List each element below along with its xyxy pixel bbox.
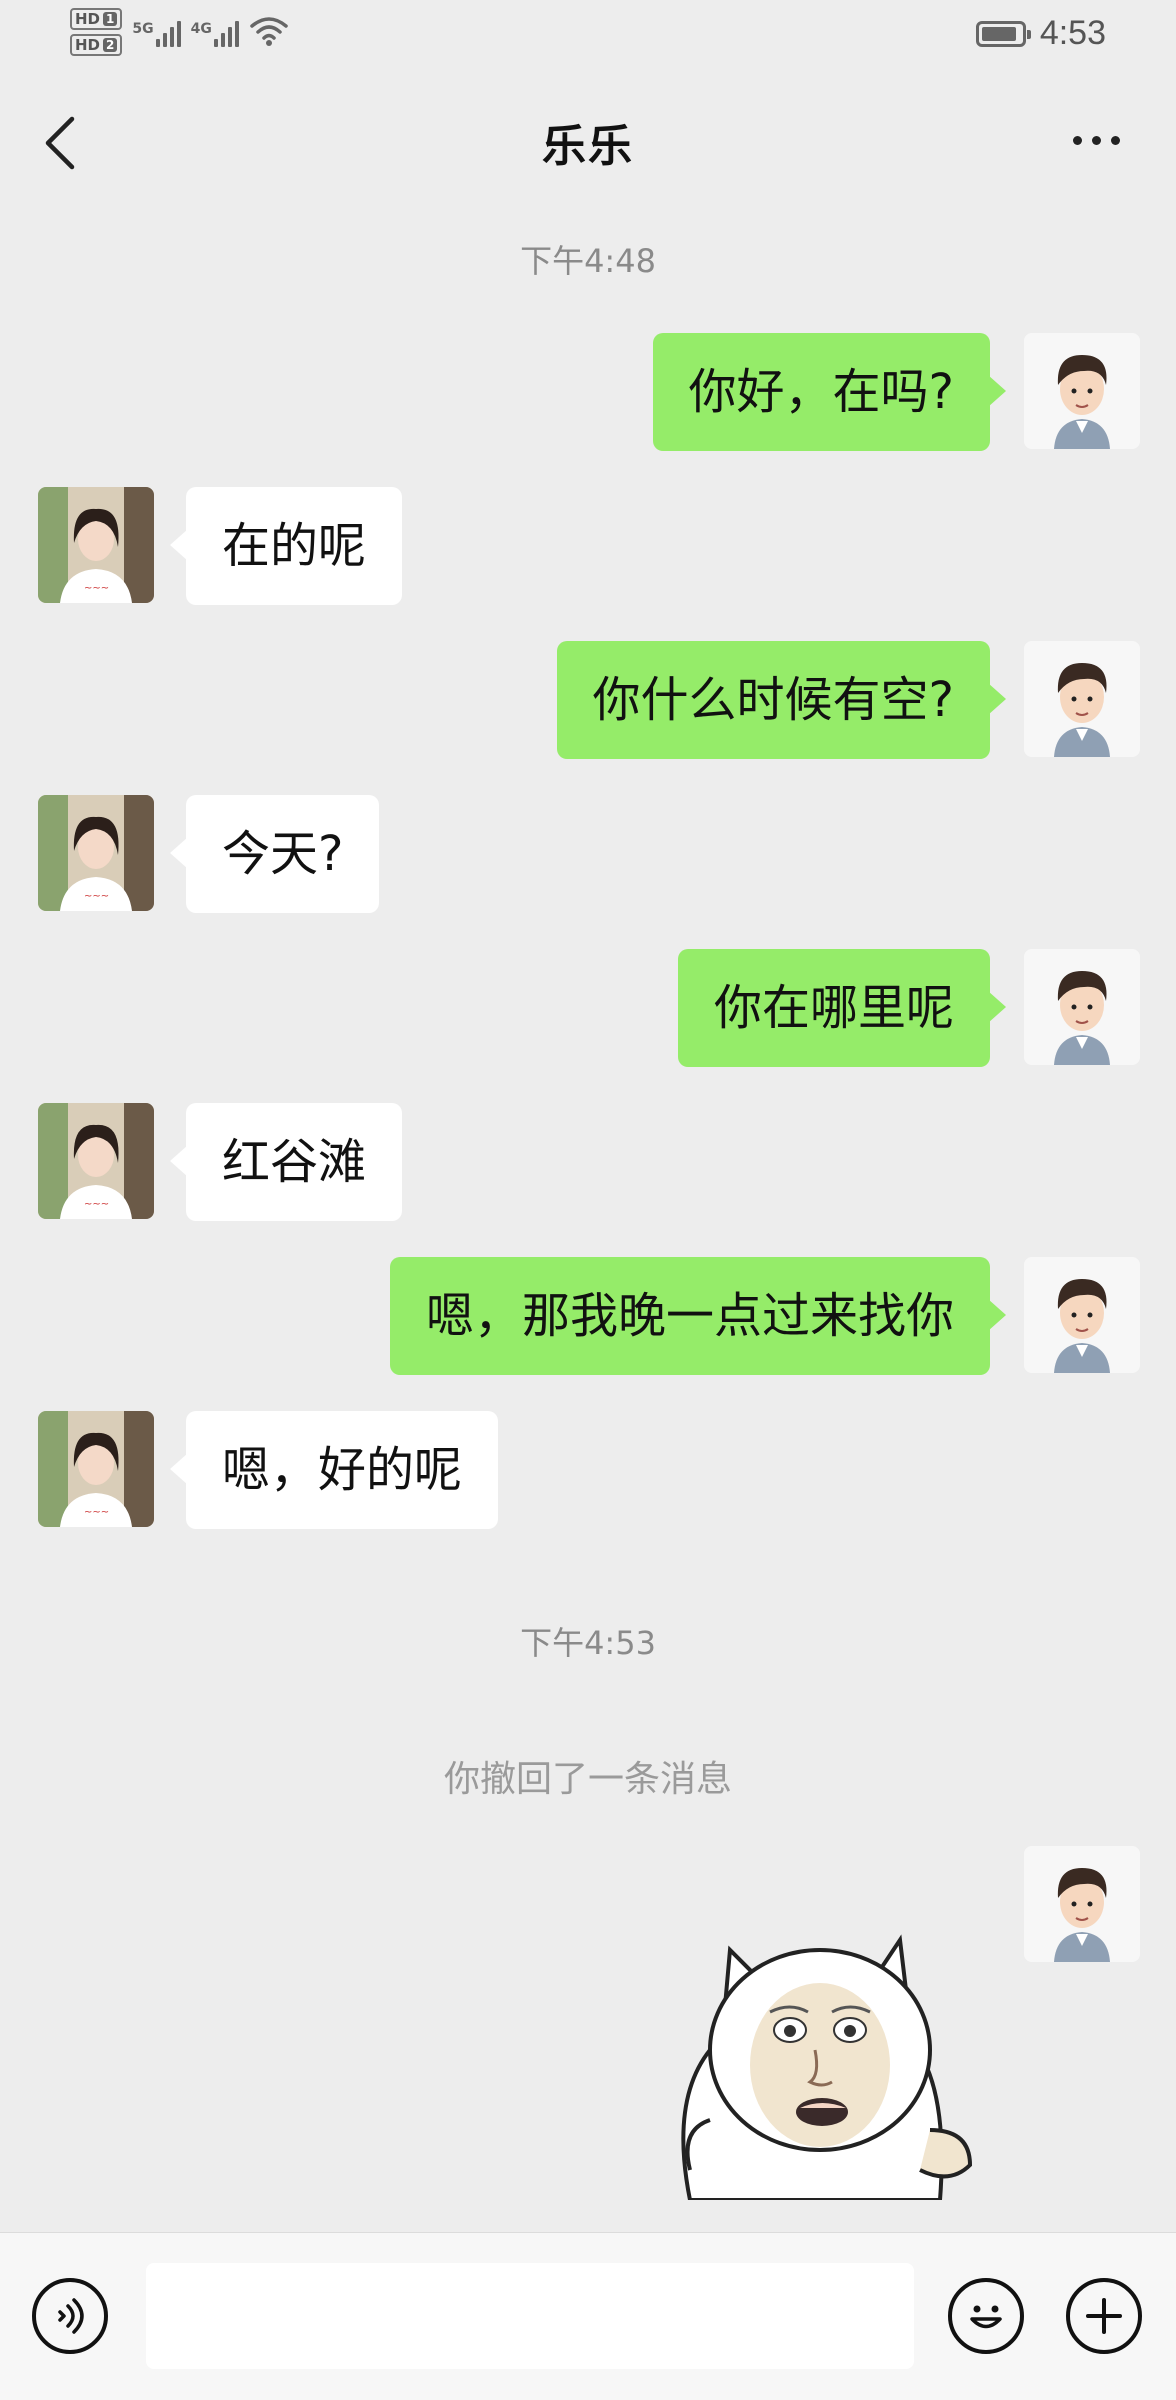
avatar-man-icon [1024, 1257, 1140, 1373]
my-avatar[interactable] [1024, 1257, 1140, 1373]
avatar-man-icon [1024, 1846, 1140, 1962]
message-bubble-received[interactable]: 今天? [169, 795, 380, 913]
sim2-badge: HD 2 [70, 34, 123, 56]
avatar-man-icon [1024, 333, 1140, 449]
voice-icon [58, 2298, 84, 2334]
my-avatar[interactable] [1024, 1846, 1140, 1962]
my-avatar[interactable] [1024, 641, 1140, 757]
status-clock: 4:53 [1039, 14, 1106, 52]
network-type-2: 4G [190, 21, 212, 37]
signal-icon [213, 17, 239, 47]
signal-5g: 5G [132, 17, 181, 47]
avatar-man-icon [1024, 641, 1140, 757]
sim1-badge: HD 1 [70, 8, 123, 30]
chat-header: 乐乐 [0, 90, 1176, 200]
signal-4g: 4G [191, 17, 239, 47]
contact-avatar[interactable]: ~~~ [38, 1411, 154, 1527]
contact-avatar[interactable]: ~~~ [38, 1103, 154, 1219]
message-bubble-sent[interactable]: 你什么时候有空? [556, 641, 1007, 759]
timestamp: 下午4:53 [520, 1624, 656, 1662]
sim2-label: HD [75, 36, 101, 54]
status-bar: HD 1 HD 2 5G 4G 4:53 [0, 0, 1176, 70]
message-bubble-sent[interactable]: 嗯，那我晚一点过来找你 [389, 1257, 1007, 1375]
chat-title: 乐乐 [542, 121, 634, 172]
message-bubble-received[interactable]: 红谷滩 [169, 1103, 403, 1221]
timestamp: 下午4:48 [520, 242, 656, 280]
status-right: 4:53 [975, 14, 1106, 53]
avatar-woman-photo: ~~~ [38, 487, 154, 603]
contact-avatar[interactable]: ~~~ [38, 487, 154, 603]
avatar-woman-photo: ~~~ [38, 1103, 154, 1219]
message-input[interactable] [146, 2263, 914, 2369]
emoji-icon [970, 2305, 1002, 2329]
emoji-button[interactable] [948, 2278, 1024, 2354]
message-bubble-sent[interactable]: 你好，在吗? [652, 333, 1007, 451]
more-options-button[interactable] [1056, 110, 1136, 170]
avatar-woman-photo: ~~~ [38, 1411, 154, 1527]
plus-button[interactable] [1066, 2278, 1142, 2354]
my-avatar[interactable] [1024, 333, 1140, 449]
recall-notice: 你撤回了一条消息 [443, 1759, 732, 1800]
svg-text:~~~: ~~~ [84, 891, 109, 902]
message-bubble-sent[interactable]: 你在哪里呢 [677, 949, 1007, 1067]
message-bubble-received[interactable]: 嗯，好的呢 [169, 1411, 499, 1529]
my-avatar[interactable] [1024, 949, 1140, 1065]
avatar-man-icon [1024, 949, 1140, 1065]
sim2-slot: 2 [103, 38, 118, 52]
voice-button[interactable] [32, 2278, 108, 2354]
svg-text:~~~: ~~~ [84, 1199, 109, 1210]
wifi-icon [250, 17, 288, 46]
svg-text:~~~: ~~~ [84, 583, 109, 594]
signal-icon [155, 17, 181, 47]
cat-face-sticker[interactable] [650, 1900, 990, 2200]
more-dot-icon [1072, 135, 1082, 145]
plus-icon [1086, 2298, 1122, 2334]
sim1-label: HD [75, 10, 101, 28]
contact-avatar[interactable]: ~~~ [38, 795, 154, 911]
sim1-slot: 1 [103, 12, 118, 26]
network-type-1: 5G [132, 21, 154, 37]
message-bubble-received[interactable]: 在的呢 [169, 487, 403, 605]
status-left: HD 1 HD 2 5G 4G [70, 8, 289, 56]
more-dot-icon [1110, 135, 1120, 145]
battery-icon [975, 20, 1031, 47]
svg-text:~~~: ~~~ [84, 1507, 109, 1518]
input-bar [0, 2232, 1176, 2400]
avatar-woman-photo: ~~~ [38, 795, 154, 911]
more-dot-icon [1091, 135, 1101, 145]
